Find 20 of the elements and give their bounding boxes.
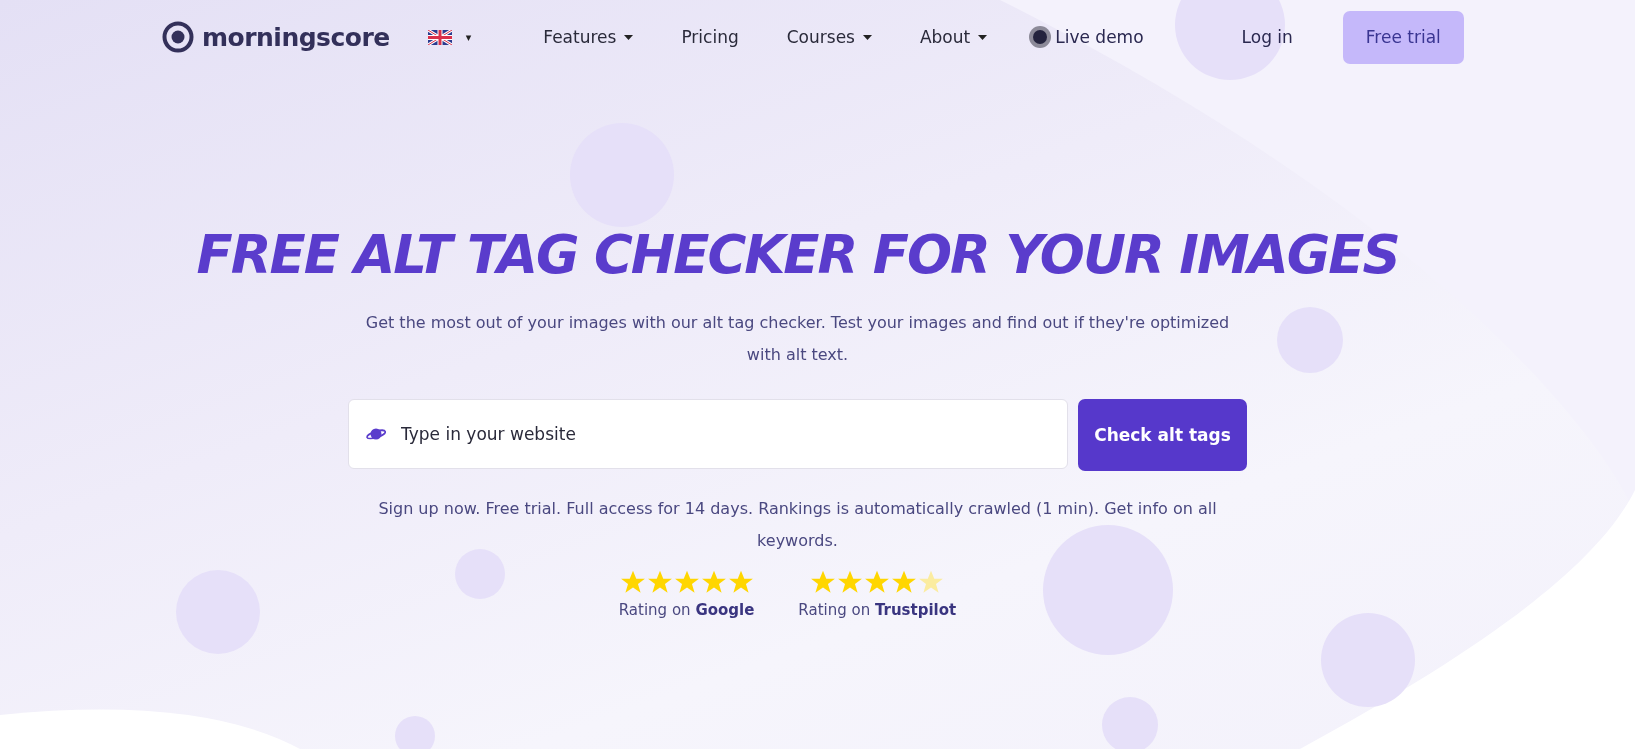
logo-text[interactable]: morningscore: [202, 22, 390, 52]
live-dot-icon: [1029, 26, 1052, 48]
flag-icon[interactable]: [427, 29, 452, 45]
rating-label: Rating on Google: [618, 601, 755, 619]
signup-note: Sign up now. Free trial. Full access for 14 days. Rankings is automatically crawled (1 min). Get info on all keywords.: [377, 498, 1218, 552]
live-demo-link[interactable]: Live demo: [1055, 27, 1144, 47]
website-field[interactable]: Type in your website: [348, 399, 1068, 469]
hero-title: FREE ALT TAG CHECKER FOR YOUR IMAGES: [196, 224, 1399, 285]
nav-link[interactable]: Courses: [786, 27, 872, 47]
rating-label: Rating on Trustpilot: [798, 601, 957, 619]
language-dropdown[interactable]: ▾: [465, 30, 472, 44]
nav-link[interactable]: About: [919, 27, 988, 47]
planet-icon: [366, 426, 386, 442]
nav-link[interactable]: Pricing: [681, 27, 739, 47]
logo-icon[interactable]: [162, 21, 194, 53]
nav-link[interactable]: Features: [543, 27, 634, 47]
check-alt-tags-button[interactable]: Check alt tags: [1078, 399, 1247, 471]
login-link[interactable]: Log in: [1241, 27, 1293, 47]
hero-subtitle: Get the most out of your images with our alt tag checker. Test your images and find out if they're optimized with alt text.: [364, 312, 1231, 366]
free-trial-button[interactable]: Free trial: [1342, 10, 1464, 64]
